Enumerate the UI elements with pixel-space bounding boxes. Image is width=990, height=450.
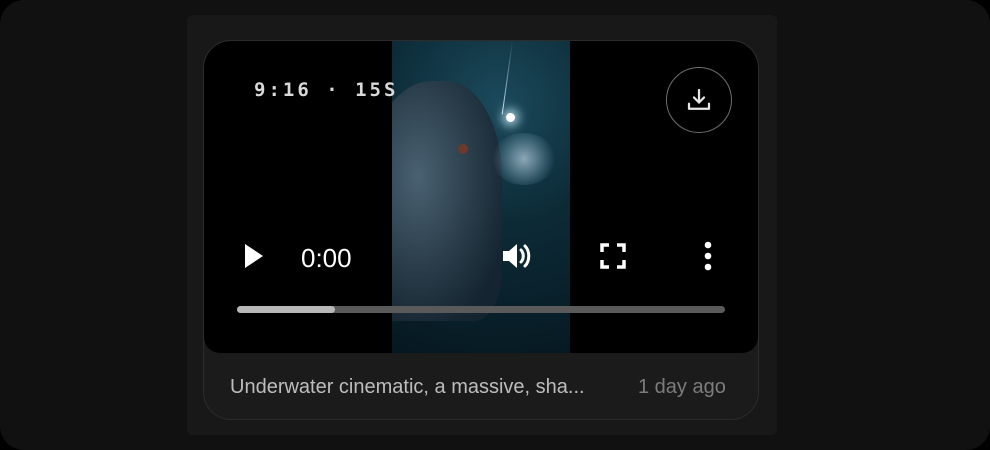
aspect-duration-badge: 9:16 · 15S xyxy=(254,79,399,101)
download-icon xyxy=(687,88,711,110)
more-options-button[interactable] xyxy=(698,239,718,273)
video-player[interactable]: 9:16 · 15S 0:00 xyxy=(204,41,758,353)
fullscreen-button[interactable] xyxy=(598,241,628,271)
current-time: 0:00 xyxy=(301,243,352,273)
progress-fill xyxy=(237,306,335,313)
app-frame: 9:16 · 15S 0:00 Underwater cinematic, a … xyxy=(0,0,990,450)
anglerfish-shape xyxy=(392,81,502,321)
video-caption[interactable]: Underwater cinematic, a massive, sha... xyxy=(230,374,625,400)
volume-button[interactable] xyxy=(499,239,533,273)
fullscreen-icon xyxy=(600,243,626,269)
volume-icon xyxy=(503,244,531,268)
video-card[interactable]: 9:16 · 15S 0:00 Underwater cinematic, a … xyxy=(203,40,759,420)
lure-light xyxy=(506,113,515,122)
progress-bar[interactable] xyxy=(237,306,725,313)
more-vertical-icon xyxy=(704,241,712,271)
anglerfish-eye xyxy=(458,144,468,154)
lure-line xyxy=(501,41,513,115)
plankton-swarm xyxy=(492,133,556,185)
video-age: 1 day ago xyxy=(638,376,726,398)
play-icon xyxy=(245,244,263,268)
play-button[interactable] xyxy=(242,241,266,271)
download-button[interactable] xyxy=(666,67,732,133)
